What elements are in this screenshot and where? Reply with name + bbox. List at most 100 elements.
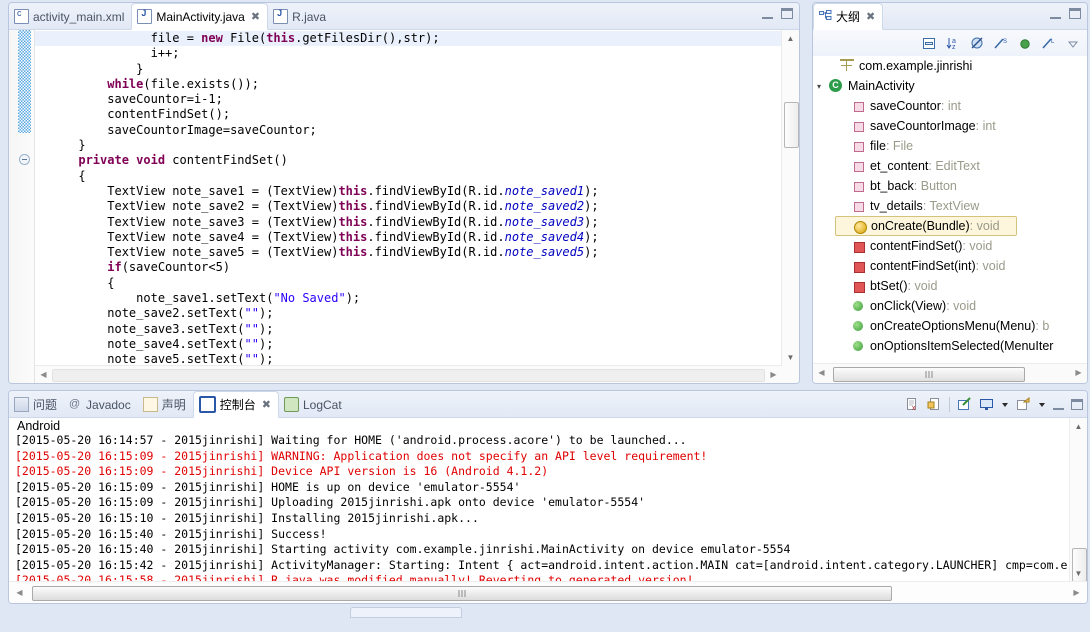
console-tab-4[interactable]: 控制台 ✖	[192, 391, 279, 418]
field-icon-glyph	[854, 162, 864, 172]
console-hscroll-thumb[interactable]	[32, 586, 892, 601]
code-token: contentFindSet()	[172, 153, 288, 168]
display-console-dropdown-icon[interactable]	[1001, 397, 1009, 412]
console-scroll-right-arrow-icon[interactable]: ▶	[1068, 584, 1085, 601]
open-console-icon[interactable]	[957, 397, 972, 412]
console-tab-2[interactable]: @ Javadoc	[64, 391, 138, 418]
outline-item-type: : EditText	[928, 159, 980, 173]
scroll-down-arrow-icon[interactable]: ▼	[782, 349, 799, 366]
new-console-view-icon[interactable]	[1016, 396, 1031, 412]
display-selected-console-icon[interactable]	[979, 397, 994, 412]
console-tab-3[interactable]: 声明	[138, 391, 193, 418]
outline-item-13[interactable]: onClick(View) : void	[835, 296, 1087, 316]
tab-outline[interactable]: 大纲 ✖	[813, 3, 884, 30]
console-scroll-left-arrow-icon[interactable]: ◀	[11, 584, 28, 601]
editor-tab-2[interactable]: MainActivity.java ✖	[131, 3, 269, 30]
collapse-all-icon[interactable]	[922, 36, 937, 51]
code-line: }	[35, 62, 781, 77]
outline-item-14[interactable]: onCreateOptionsMenu(Menu) : b	[835, 316, 1087, 336]
code-line: note_save2.setText("");	[35, 306, 781, 321]
outline-tree[interactable]: com.example.jinrishi ▾ C MainActivity saveCo…	[813, 56, 1087, 364]
new-console-dropdown-icon[interactable]	[1038, 397, 1046, 412]
hide-local-types-icon[interactable]: L	[1042, 36, 1057, 51]
editor-vscroll-thumb[interactable]	[784, 102, 799, 148]
code-token: ""	[244, 352, 259, 366]
scroll-up-arrow-icon[interactable]: ▲	[782, 30, 799, 47]
outline-item-8[interactable]: tv_details : TextView	[835, 196, 1087, 216]
editor-minimize-button[interactable]	[762, 8, 773, 19]
outline-item-11[interactable]: contentFindSet(int) : void	[835, 256, 1087, 276]
outline-item-label: com.example.jinrishi	[859, 59, 973, 73]
outline-toolbar: a z S L	[813, 30, 1087, 56]
outline-window-buttons	[1050, 8, 1081, 19]
outline-scroll-right-arrow-icon[interactable]: ▶	[1070, 364, 1087, 381]
code-line: note_save3.setText("");	[35, 322, 781, 337]
editor-vertical-scrollbar[interactable]: ▲ ▼	[781, 30, 799, 366]
outline-item-4[interactable]: saveCountorImage : int	[835, 116, 1087, 136]
scroll-left-arrow-icon[interactable]: ◀	[35, 366, 52, 383]
console-vertical-scrollbar[interactable]: ▲ ▼	[1069, 418, 1087, 582]
console-tab-1[interactable]: 问题	[9, 391, 64, 418]
outline-item-9[interactable]: onCreate(Bundle) : void	[835, 216, 1017, 236]
perspective-sash[interactable]	[350, 607, 462, 618]
editor-tab-1[interactable]: activity_main.xml	[9, 3, 131, 30]
outline-horizontal-scrollbar[interactable]: ◀ ▶	[813, 363, 1087, 383]
code-token: if	[107, 260, 122, 275]
expander-down-icon[interactable]: ▾	[817, 82, 829, 91]
outline-item-label: saveCountor	[870, 99, 941, 113]
console-tab-label: 声明	[161, 398, 186, 412]
console-panel: 问题 @ Javadoc 声明 控制台 ✖ LogCat x Android […	[8, 390, 1088, 604]
remove-all-terminated-icon[interactable]	[927, 397, 942, 412]
outline-minimize-button[interactable]	[1050, 8, 1061, 19]
console-tab-close-icon[interactable]: ✖	[262, 398, 271, 411]
console-scroll-down-arrow-icon[interactable]: ▼	[1070, 565, 1087, 582]
outline-hscroll-thumb[interactable]	[833, 367, 1025, 382]
editor-horizontal-scrollbar[interactable]: ◀ ▶	[35, 365, 782, 383]
svg-text:x: x	[912, 405, 916, 412]
hide-fields-icon[interactable]	[970, 36, 985, 51]
outline-item-1[interactable]: com.example.jinrishi	[824, 56, 1087, 76]
console-horizontal-scrollbar[interactable]: ◀ ▶	[9, 581, 1087, 603]
outline-close-icon[interactable]: ✖	[866, 10, 875, 23]
editor-tab-close-icon[interactable]: ✖	[251, 10, 260, 23]
outline-item-5[interactable]: file : File	[835, 136, 1087, 156]
hide-non-public-icon[interactable]	[1018, 36, 1033, 51]
code-text-area[interactable]: file = new File(this.getFilesDir(),str);…	[35, 30, 781, 366]
outline-item-10[interactable]: contentFindSet() : void	[835, 236, 1087, 256]
outline-item-label: onCreateOptionsMenu(Menu)	[870, 319, 1036, 333]
scroll-right-arrow-icon[interactable]: ▶	[765, 366, 782, 383]
outline-item-12[interactable]: btSet() : void	[835, 276, 1087, 296]
editor-gutter[interactable]	[9, 30, 35, 383]
code-token: this	[338, 199, 368, 214]
remove-launch-icon[interactable]: x	[905, 397, 920, 412]
outline-item-3[interactable]: saveCountor : int	[835, 96, 1087, 116]
code-line: while(file.exists());	[35, 77, 781, 92]
console-minimize-button[interactable]	[1053, 399, 1064, 410]
console-scroll-up-arrow-icon[interactable]: ▲	[1070, 418, 1087, 435]
outline-item-15[interactable]: onOptionsItemSelected(MenuIter	[835, 336, 1087, 356]
outline-item-7[interactable]: bt_back : Button	[835, 176, 1087, 196]
view-menu-icon[interactable]	[1066, 36, 1081, 51]
outline-maximize-button[interactable]	[1069, 8, 1081, 19]
method-override-icon	[852, 219, 867, 234]
editor-maximize-button[interactable]	[781, 8, 793, 19]
outline-scroll-left-arrow-icon[interactable]: ◀	[813, 364, 830, 381]
code-token: {	[78, 168, 86, 183]
hide-static-icon[interactable]: S	[994, 36, 1009, 51]
code-line: if(saveCountor<5)	[35, 260, 781, 275]
code-line: }	[35, 138, 781, 153]
code-token: note_saved2	[504, 199, 585, 214]
console-log-text[interactable]: [2015-05-20 16:14:57 - 2015jinrishi] Wai…	[15, 433, 1070, 582]
method-public-icon-glyph	[853, 321, 863, 331]
editor-hscroll-track[interactable]	[52, 369, 765, 382]
editor-tab-3[interactable]: R.java	[268, 3, 333, 30]
sort-alphabetically-icon[interactable]: a z	[946, 36, 961, 51]
method-private-icon-glyph	[854, 262, 865, 273]
code-token: this	[338, 245, 368, 260]
fold-collapse-icon[interactable]	[19, 154, 30, 165]
console-tab-5[interactable]: LogCat	[279, 391, 349, 418]
outline-item-label: contentFindSet(int)	[870, 259, 976, 273]
outline-item-2[interactable]: ▾ C MainActivity	[813, 76, 1087, 96]
outline-item-6[interactable]: et_content : EditText	[835, 156, 1087, 176]
console-maximize-button[interactable]	[1071, 399, 1083, 410]
